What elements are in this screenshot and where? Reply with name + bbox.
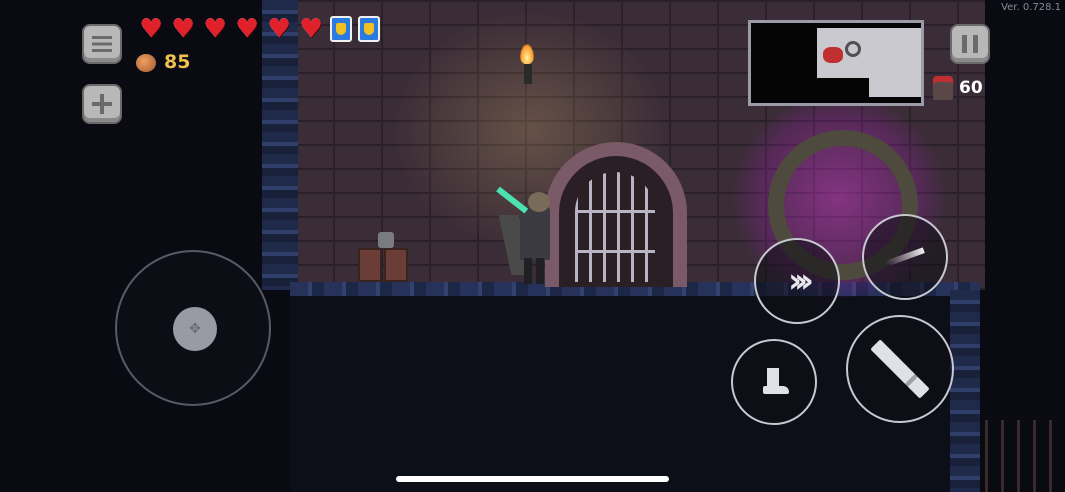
minimap-portal-marker	[845, 41, 861, 57]
minimap[interactable]	[748, 20, 924, 106]
dash-button[interactable]: ›››	[754, 238, 840, 324]
wooden-crate	[358, 248, 382, 282]
jump-button[interactable]	[731, 339, 817, 425]
heart-icon: ♥	[299, 14, 323, 44]
version-label: Ver. 0.728.1	[1001, 2, 1061, 13]
minimap-player-marker	[823, 47, 843, 63]
skill-button[interactable]	[862, 214, 948, 300]
shield-icon	[330, 16, 352, 42]
player-head	[528, 192, 550, 212]
heart-icon: ♥	[267, 14, 291, 44]
dash-arrows-icon: ›››	[787, 261, 814, 301]
plus-icon	[92, 94, 112, 114]
spike-trap	[985, 420, 1065, 492]
game-scene: ♥ ♥ ♥ ♥ ♥ ♥ 85 Ver. 0.728.1 60 ✥ ›››	[0, 0, 1065, 492]
winged-boot-icon	[759, 368, 789, 396]
menu-button[interactable]	[82, 24, 122, 64]
coin-icon	[136, 54, 156, 72]
player-legs	[524, 258, 546, 284]
iron-gate-bars	[575, 172, 655, 282]
wooden-crate	[384, 248, 408, 282]
heart-icon: ♥	[203, 14, 227, 44]
health-bar: ♥ ♥ ♥ ♥ ♥ ♥	[138, 16, 380, 42]
coin-count: 85	[164, 51, 191, 73]
add-button[interactable]	[82, 84, 122, 124]
wall-torch	[524, 64, 532, 84]
heart-icon: ♥	[139, 14, 163, 44]
minimap-room	[869, 67, 921, 97]
stone-pillar-right	[950, 290, 980, 492]
dpad-arrows-icon: ✥	[189, 321, 201, 337]
attack-button[interactable]	[846, 315, 954, 423]
menu-icon	[92, 36, 112, 52]
joystick-knob[interactable]: ✥	[173, 307, 217, 351]
clay-jar	[378, 232, 394, 248]
enemy-count: 60	[959, 78, 983, 98]
pause-icon	[962, 35, 978, 53]
heart-icon: ♥	[235, 14, 259, 44]
sword-icon	[870, 339, 930, 399]
shield-icon	[358, 16, 380, 42]
pause-button[interactable]	[950, 24, 990, 64]
enemy-icon	[933, 76, 953, 100]
torch-flame	[520, 44, 534, 64]
skill-streak-icon	[885, 247, 925, 267]
heart-icon: ♥	[171, 14, 195, 44]
home-indicator[interactable]	[396, 476, 669, 482]
